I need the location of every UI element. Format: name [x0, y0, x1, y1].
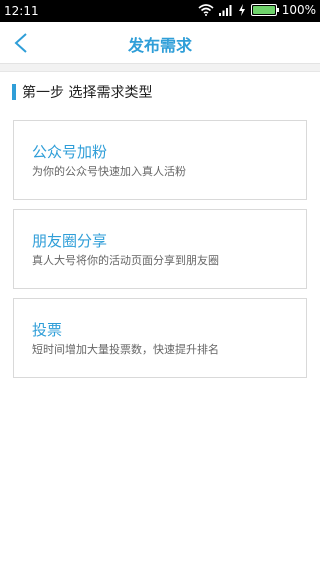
option-card-description: 为你的公众号快速加入真人活粉 [32, 165, 186, 178]
battery-icon [250, 4, 279, 16]
option-card-description: 真人大号将你的活动页面分享到朋友圈 [32, 254, 219, 267]
status-time: 12:11 [4, 4, 39, 18]
charge-icon [238, 4, 245, 16]
step-accent-bar [12, 84, 16, 100]
option-card-voting[interactable]: 投票 短时间增加大量投票数，快速提升排名 [13, 298, 307, 378]
battery-percentage: 100% [281, 3, 316, 17]
option-card-followers[interactable]: 公众号加粉 为你的公众号快速加入真人活粉 [13, 120, 307, 200]
wifi-icon [198, 4, 214, 16]
status-icons: 100% [198, 3, 316, 17]
option-card-title: 朋友圈分享 [32, 232, 108, 250]
option-card-moments-share[interactable]: 朋友圈分享 真人大号将你的活动页面分享到朋友圈 [13, 209, 307, 289]
signal-icon [218, 5, 232, 16]
option-card-title: 投票 [32, 321, 63, 339]
section-divider [0, 64, 320, 72]
battery-cap [276, 8, 279, 12]
battery-fill [252, 6, 275, 14]
step-heading-text: 第一步 选择需求类型 [22, 85, 153, 101]
step-heading: 第一步 选择需求类型 [12, 83, 152, 101]
option-card-description: 短时间增加大量投票数，快速提升排名 [32, 343, 219, 356]
status-bar: 12:11 100% [0, 0, 320, 22]
page-title: 发布需求 [127, 36, 192, 55]
option-card-title: 公众号加粉 [32, 143, 108, 161]
app-header: 发布需求 [0, 22, 320, 64]
